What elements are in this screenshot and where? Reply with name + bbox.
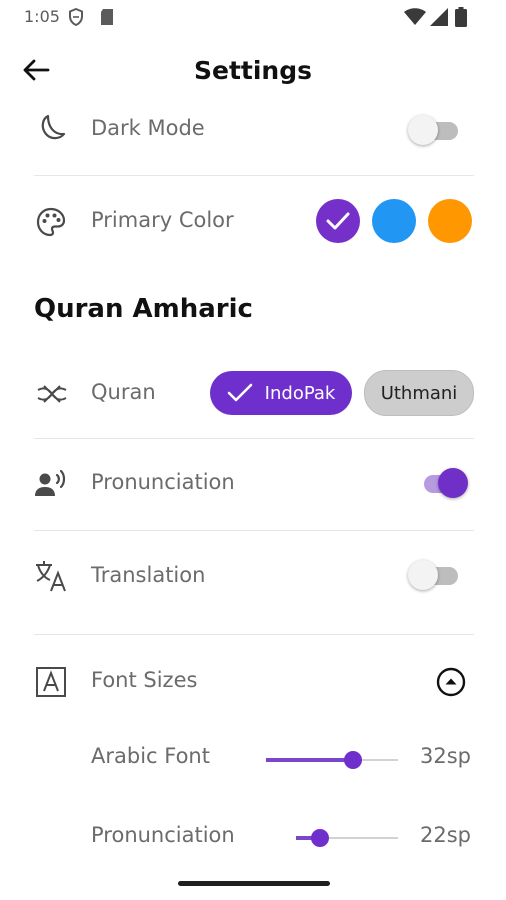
expand-less-icon[interactable] <box>435 666 467 702</box>
color-option-orange[interactable] <box>428 199 472 243</box>
palette-icon <box>35 206 67 238</box>
primary-color-row: Primary Color <box>0 196 506 248</box>
pronunciation-font-label: Pronunciation <box>91 823 235 847</box>
status-time: 1:05 <box>24 7 60 26</box>
pronunciation-toggle[interactable] <box>416 467 472 501</box>
quran-option-indopak[interactable]: IndoPak <box>210 371 352 415</box>
section-title: Quran Amharic <box>34 294 253 324</box>
sd-card-icon <box>100 9 114 29</box>
dark-mode-label: Dark Mode <box>91 116 205 140</box>
color-option-purple[interactable] <box>316 199 360 243</box>
pronunciation-label: Pronunciation <box>91 470 235 494</box>
gesture-handle[interactable] <box>178 881 330 886</box>
check-icon <box>227 383 252 402</box>
translation-toggle[interactable] <box>408 559 464 593</box>
slider-thumb[interactable] <box>344 751 362 769</box>
quran-row: Quran IndoPak Uthmani <box>0 370 506 418</box>
divider <box>34 175 474 176</box>
quran-label: Quran <box>91 380 156 404</box>
arabic-font-slider[interactable] <box>266 749 398 771</box>
record-voice-icon <box>34 468 66 500</box>
pronunciation-font-value: 22sp <box>420 823 471 847</box>
toggle-thumb <box>408 115 438 145</box>
status-bar: 1:05 <box>0 0 506 34</box>
pronunciation-row[interactable]: Pronunciation <box>0 460 506 508</box>
divider <box>34 438 474 439</box>
page-title: Settings <box>193 56 312 85</box>
arabic-font-value: 32sp <box>420 744 471 768</box>
primary-color-label: Primary Color <box>91 208 234 232</box>
font-sizes-row[interactable]: Font Sizes <box>0 660 506 704</box>
slider-active-track <box>266 758 353 762</box>
toggle-thumb <box>438 468 468 498</box>
moon-icon <box>36 112 68 144</box>
toggle-thumb <box>408 560 438 590</box>
arabic-font-row: Arabic Font 32sp <box>0 740 506 780</box>
app-bar: Settings <box>0 44 506 96</box>
color-option-blue[interactable] <box>372 199 416 243</box>
arabic-font-label: Arabic Font <box>91 744 210 768</box>
pronunciation-font-row: Pronunciation 22sp <box>0 818 506 858</box>
quran-book-icon <box>36 378 68 410</box>
dark-mode-toggle[interactable] <box>408 114 464 148</box>
slider-thumb[interactable] <box>311 829 329 847</box>
shield-icon <box>68 7 84 30</box>
battery-icon <box>455 7 467 31</box>
chip-label: Uthmani <box>380 382 458 404</box>
divider <box>34 634 474 635</box>
translation-label: Translation <box>91 563 206 587</box>
font-size-icon <box>35 666 67 698</box>
font-sizes-label: Font Sizes <box>91 668 198 692</box>
dark-mode-row[interactable]: Dark Mode <box>0 106 506 154</box>
pronunciation-font-slider[interactable] <box>296 827 398 849</box>
translate-icon <box>34 559 66 592</box>
wifi-icon <box>404 8 426 30</box>
chip-label: IndoPak <box>264 382 336 404</box>
translation-row[interactable]: Translation <box>0 552 506 600</box>
divider <box>34 530 474 531</box>
check-icon <box>326 212 350 230</box>
quran-option-uthmani[interactable]: Uthmani <box>364 370 474 416</box>
cellular-icon <box>430 8 448 30</box>
